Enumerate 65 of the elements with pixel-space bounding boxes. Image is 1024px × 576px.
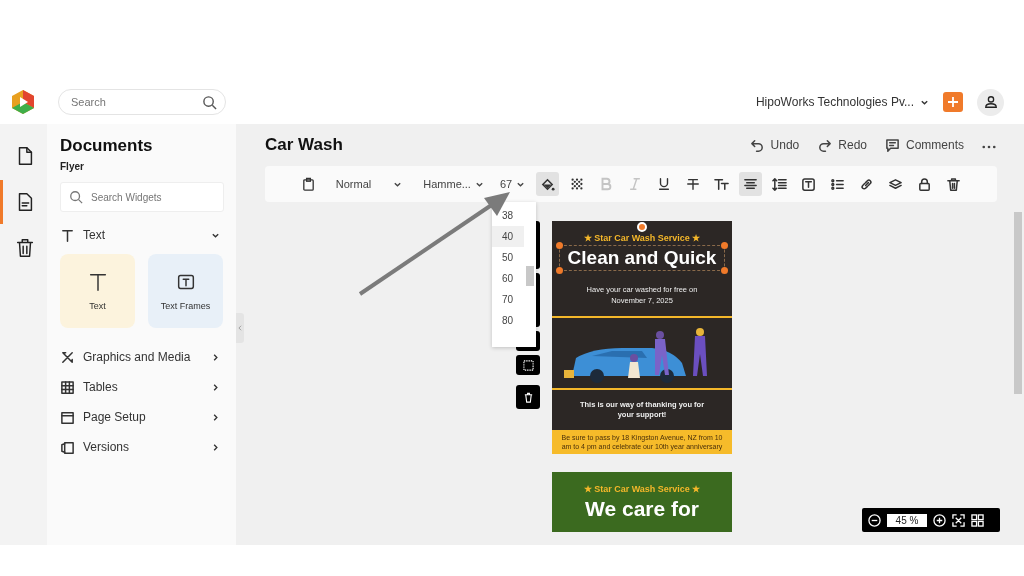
font-size-option[interactable]: 80 (492, 310, 524, 331)
organization-dropdown[interactable]: HipoWorks Technologies Pv... (755, 95, 929, 109)
flyer-headline[interactable]: We care for (577, 495, 707, 522)
panel-section[interactable]: Versions (60, 432, 224, 462)
chevron-right-icon (211, 412, 220, 422)
widget-search-field[interactable]: Search Widgets (60, 182, 224, 212)
document-title: Car Wash (265, 135, 343, 155)
fit-screen-icon[interactable] (952, 513, 965, 527)
selection-handle[interactable] (555, 267, 563, 274)
font-dropdown[interactable]: Hamme... (418, 172, 489, 196)
fill-bucket-icon[interactable] (536, 172, 560, 196)
font-size-option[interactable]: 40 (492, 226, 524, 247)
style-dropdown[interactable]: Normal (325, 172, 413, 196)
undo-icon (749, 137, 765, 153)
widget-card[interactable]: Text Frames (148, 254, 223, 328)
panel-section[interactable]: Tables (60, 372, 224, 402)
font-size-dropdown[interactable]: 67 (494, 172, 531, 196)
crossed-tools-icon (60, 349, 75, 365)
panel-section[interactable]: Graphics and Media (60, 342, 224, 372)
search-icon (202, 95, 217, 110)
panel-section[interactable]: Text (60, 220, 224, 250)
panel-title: Documents (60, 136, 154, 156)
plus-icon (947, 96, 959, 108)
person-icon (983, 95, 998, 109)
panel-subtitle: Flyer (60, 161, 85, 172)
widget-card[interactable]: Text (60, 254, 135, 328)
panel-section[interactable]: Page Setup (60, 402, 224, 432)
zoom-in-icon[interactable] (933, 513, 946, 527)
toolbar-action[interactable]: Comments (885, 137, 964, 153)
redo-icon (817, 137, 833, 153)
select-area-icon[interactable] (516, 355, 540, 375)
user-avatar[interactable] (977, 88, 1004, 116)
toolbar-action[interactable]: Redo (817, 137, 867, 153)
trash-icon[interactable] (516, 385, 540, 409)
add-button[interactable] (943, 92, 963, 112)
chevron-right-icon (211, 382, 220, 392)
flyer-page[interactable] (552, 221, 732, 454)
logo-icon[interactable] (10, 89, 36, 115)
font-size-option[interactable]: 70 (492, 289, 524, 310)
flyer-page[interactable]: ★ Star Car Wash Service ★ We care for (552, 471, 732, 532)
text-icon (60, 227, 75, 243)
versions-icon (60, 439, 75, 455)
zoom-level-field[interactable]: 45 % (887, 513, 927, 527)
table-icon (60, 379, 75, 395)
align-center-icon[interactable] (739, 172, 763, 196)
window-icon (60, 409, 75, 425)
flyer-tagline: ★ Star Car Wash Service ★ (583, 483, 701, 494)
selection-handle[interactable] (555, 242, 563, 249)
zoom-out-icon[interactable] (868, 513, 881, 527)
chevron-right-icon (211, 352, 220, 362)
collapse-handle[interactable] (236, 313, 244, 343)
font-size-option[interactable]: 60 (492, 268, 524, 289)
rotate-handle[interactable] (637, 222, 647, 232)
comment-icon (885, 137, 900, 153)
font-size-option[interactable]: 38 (492, 205, 524, 226)
selection-handle[interactable] (721, 242, 729, 249)
selection-handle[interactable] (721, 267, 729, 274)
grid-view-icon[interactable] (971, 513, 984, 527)
toolbar-action[interactable]: Undo (749, 137, 800, 153)
chevron-right-icon (211, 442, 220, 452)
scrollbar-thumb[interactable] (526, 266, 534, 286)
font-size-option[interactable]: 50 (492, 247, 524, 268)
scrollbar-thumb[interactable] (1014, 212, 1022, 394)
flyer-tagline: ★ Star Car Wash Service ★ (583, 233, 701, 243)
search-field[interactable]: Search (58, 89, 226, 115)
